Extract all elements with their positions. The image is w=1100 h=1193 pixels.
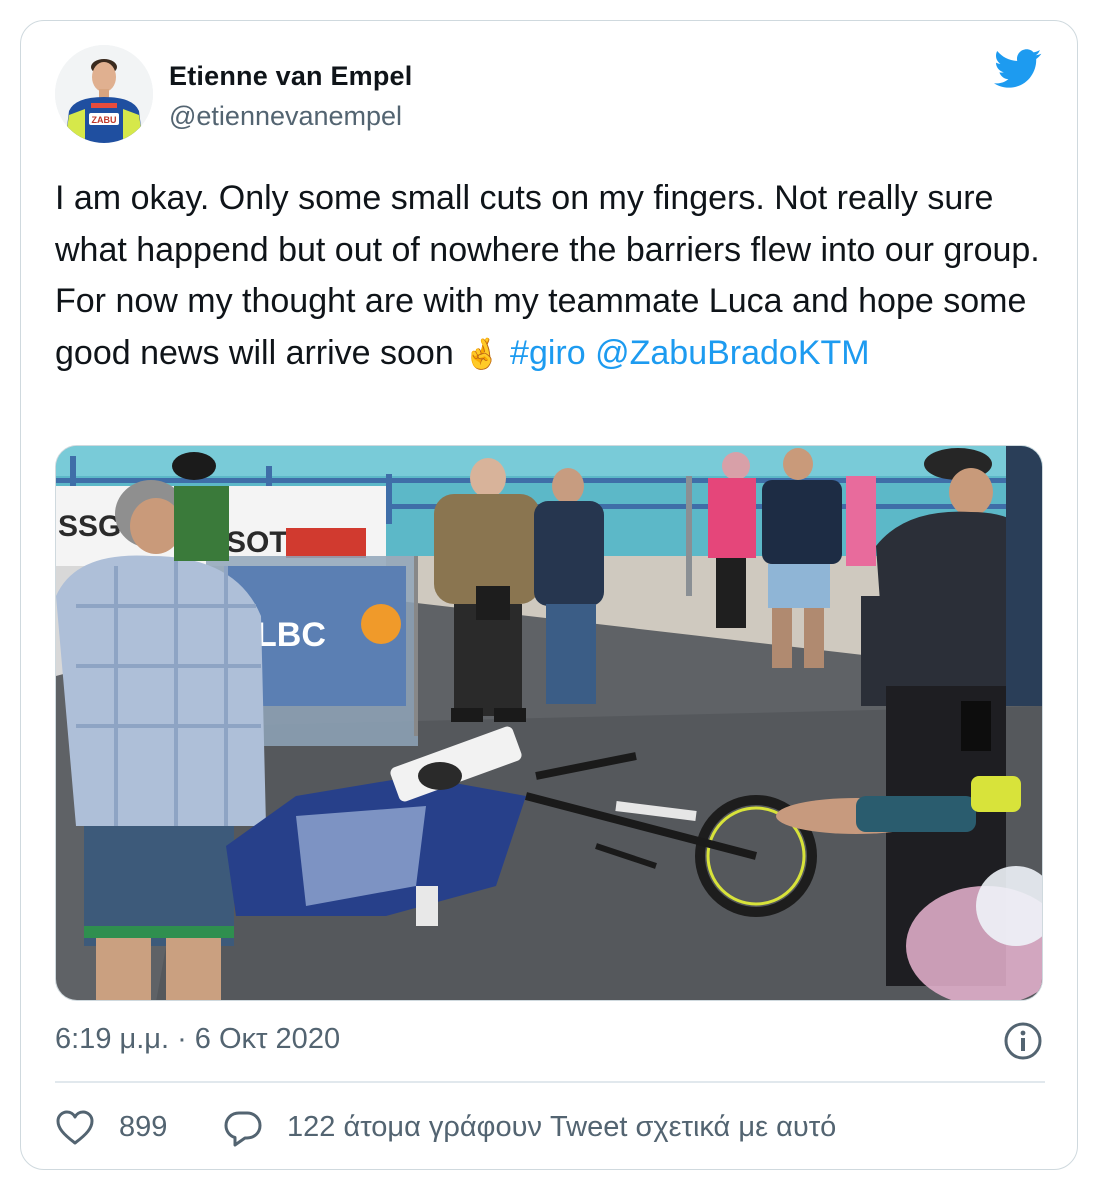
author-name[interactable]: Etienne van Empel xyxy=(169,61,412,92)
banner-text: SSG xyxy=(58,510,121,543)
tweet-text: I am okay. Only some small cuts on my fi… xyxy=(55,173,1055,380)
crossed-fingers-emoji: 🤞 xyxy=(463,337,501,371)
crash-scene-photo: SSG SOT LBC xyxy=(56,446,1042,1000)
speech-bubble-icon[interactable] xyxy=(223,1109,263,1147)
author-avatar[interactable]: ZABU xyxy=(55,45,153,143)
reply-link[interactable]: 122 άτομα γράφουν Tweet σχετικά με αυτό xyxy=(287,1111,836,1144)
author-handle[interactable]: @etiennevanempel xyxy=(169,101,402,132)
mention-link[interactable]: @ZabuBradoKTM xyxy=(595,334,870,372)
banner-text-2: SOT xyxy=(226,526,288,559)
heart-icon[interactable] xyxy=(55,1109,95,1147)
tweet-card: ZABU Etienne van Empel @etiennevanempel … xyxy=(20,20,1078,1170)
info-icon[interactable] xyxy=(1003,1021,1043,1061)
twitter-bird-icon[interactable] xyxy=(993,49,1043,89)
tweet-photo[interactable]: SSG SOT LBC xyxy=(55,445,1043,1001)
tweet-timestamp[interactable]: 6:19 μ.μ. · 6 Οκτ 2020 xyxy=(55,1023,340,1056)
hashtag-link[interactable]: #giro xyxy=(510,334,586,372)
tweet-actions: 899 122 άτομα γράφουν Tweet σχετικά με α… xyxy=(55,1103,1045,1153)
barrier-text: LBC xyxy=(256,616,326,654)
like-count[interactable]: 899 xyxy=(119,1111,167,1144)
avatar-image: ZABU xyxy=(55,45,153,143)
avatar-jersey-text: ZABU xyxy=(92,115,117,125)
footer-divider xyxy=(55,1081,1045,1083)
